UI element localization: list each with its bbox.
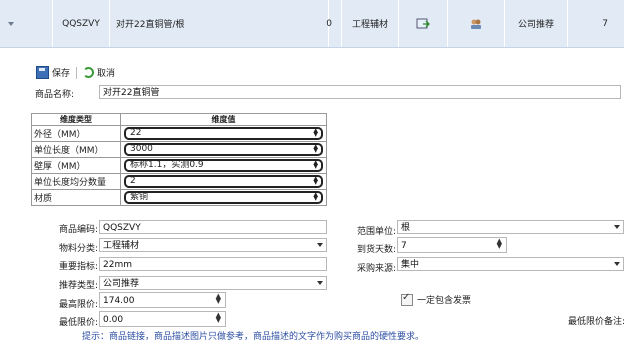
chevron-down-icon [317,243,323,247]
toolbar-divider [76,66,78,79]
row-expand-toggle[interactable] [0,0,52,47]
category-value: 工程辅材 [103,241,140,251]
chevron-down-icon [614,225,620,229]
table-row: 单位长度均分数量 2 ▲ ▼ [31,173,327,190]
grid-row[interactable]: QQSZVY 对开22直铜管/根 0 工程辅材 公司推荐 7 [0,0,624,48]
days-input[interactable]: 7 ▲ ▼ [397,237,507,253]
min-price-value: 0.00 [103,315,124,325]
chevron-down-icon [317,281,323,285]
table-row: 材质 紫铜 ▲ ▼ [31,189,327,206]
save-button[interactable]: 保存 [36,66,70,79]
min-price-label: 最低限价: [58,318,98,328]
dim-value: 22 [130,128,142,138]
dim-name: 外径（MM） [31,125,121,142]
scope-select[interactable]: 根 [397,220,624,234]
dim-value: 紫铜 [130,192,149,202]
updown-icon: ▲ ▼ [313,175,318,186]
category-select[interactable]: 工程辅材 [99,238,327,252]
chevron-down-icon [614,262,620,266]
export-icon[interactable] [398,0,447,47]
save-label: 保存 [52,69,71,79]
undo-icon [83,67,95,78]
chevron-down-icon [8,21,14,26]
code-input[interactable]: QQSZVY [99,220,327,234]
table-row: 单位长度（MM） 3000 ▲ ▼ [31,141,327,158]
updown-icon: ▲ ▼ [313,191,318,202]
cell-category: 工程辅材 [341,0,398,47]
max-price-label: 最高限价: [58,300,98,310]
min-price-input[interactable]: 0.00 ▲ ▼ [99,311,226,327]
product-name-input[interactable]: 对开22直铜管 [99,85,621,99]
cell-code: QQSZVY [52,0,109,47]
category-label: 物料分类: [58,244,98,254]
code-label: 商品编码: [58,225,98,235]
cancel-label: 取消 [97,69,116,79]
scope-label: 范围单位: [356,227,396,237]
dim-value: 3000 [130,144,153,154]
dim-select[interactable]: 标称1.1，实测0.9 ▲ ▼ [124,159,323,172]
recommend-value: 公司推荐 [103,279,140,289]
min-note-label: 最低限价备注: [568,317,624,327]
updown-icon: ▲ ▼ [313,127,318,138]
save-icon [36,66,49,79]
invoice-label: 一定包含发票 [417,296,472,306]
dim-name: 单位长度均分数量 [31,173,121,190]
table-row: 壁厚（MM） 标称1.1，实测0.9 ▲ ▼ [31,157,327,174]
checkbox-checked-icon[interactable] [401,292,413,306]
recommend-select[interactable]: 公司推荐 [99,276,327,290]
dim-select[interactable]: 2 ▲ ▼ [124,175,323,188]
indicator-input[interactable]: 22mm [99,257,327,271]
dim-name: 壁厚（MM） [31,157,121,174]
dim-value: 2 [130,176,136,186]
dim-select[interactable]: 3000 ▲ ▼ [124,143,323,156]
procure-value: 集中 [401,260,420,270]
spinner-icon[interactable]: ▲ ▼ [216,312,221,324]
cell-source: 公司推荐 [504,0,567,47]
dimension-table: 维度类型 维度值 外径（MM） 22 ▲ ▼ 单位长度（MM） 3000 ▲ ▼ 壁厚（… [31,113,327,206]
dim-name: 材质 [31,189,121,206]
product-name-label: 商品名称: [35,90,75,100]
cell-qty: 0 [326,18,332,29]
days-label: 到货天数: [356,245,396,255]
dim-name: 单位长度（MM） [31,141,121,158]
max-price-input[interactable]: 174.00 ▲ ▼ [99,292,226,308]
dim-header-value: 维度值 [120,113,327,126]
procure-label: 采购来源: [356,264,396,274]
users-icon[interactable] [447,0,504,47]
toolbar: 保存 取消 [36,66,115,79]
spinner-icon[interactable]: ▲ ▼ [497,238,502,250]
invoice-checkbox[interactable]: 一定包含发票 [401,292,472,306]
spinner-icon[interactable]: ▲ ▼ [216,293,221,305]
cell-count: 7 [567,0,624,47]
updown-icon: ▲ ▼ [313,159,318,170]
max-price-value: 174.00 [103,296,135,306]
scope-value: 根 [401,223,411,233]
days-value: 7 [401,241,407,251]
tip-text: 提示：商品链接，商品描述图片只做参考，商品描述的文字作为购买商品的硬性要求。 [82,332,425,342]
cancel-button[interactable]: 取消 [83,66,115,79]
recommend-label: 推荐类型: [58,281,98,291]
dim-header-type: 维度类型 [31,113,121,126]
dim-select[interactable]: 22 ▲ ▼ [124,127,323,140]
updown-icon: ▲ ▼ [313,143,318,154]
table-row: 外径（MM） 22 ▲ ▼ [31,125,327,142]
dim-select[interactable]: 紫铜 ▲ ▼ [124,191,323,204]
procure-select[interactable]: 集中 [397,257,624,271]
dim-value: 标称1.1，实测0.9 [130,160,204,170]
indicator-label: 重要指标: [58,262,98,272]
